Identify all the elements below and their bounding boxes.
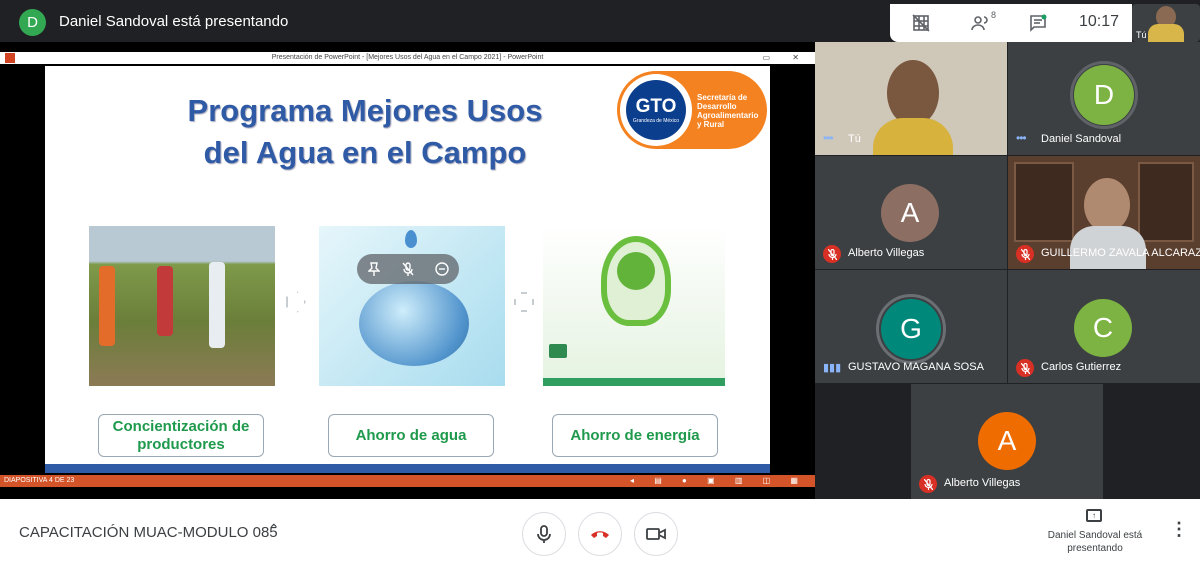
view-controls[interactable]: ◂ ▤ ● ▣ ▥ ◫ ▦ <box>630 475 807 487</box>
presenter-avatar: D <box>19 9 46 36</box>
mic-icon <box>537 525 551 543</box>
mic-off-icon <box>823 245 841 263</box>
person-figure <box>99 266 115 346</box>
water-drop <box>405 230 417 248</box>
participant-tile-guillermo[interactable]: GUILLERMO ZAVALA ALCARAZ <box>1008 156 1200 269</box>
pin-icon[interactable] <box>365 260 383 278</box>
speaking-indicator-icon: ••• <box>1016 131 1027 145</box>
participant-name: Alberto Villegas <box>848 247 925 259</box>
slide-bottom-band <box>45 464 770 473</box>
participant-tile-carlos[interactable]: C Carlos Gutierrez <box>1008 270 1200 383</box>
participant-video-body <box>873 118 953 155</box>
ppt-titlebar: Presentación de PowerPoint - [Mejores Us… <box>0 52 815 64</box>
self-view-tile[interactable]: Tú <box>1132 4 1200 42</box>
slide-title-line2: del Agua en el Campo <box>203 135 527 170</box>
remove-icon[interactable] <box>433 260 451 278</box>
gto-logo-tagline: Grandeza de México <box>632 118 680 124</box>
ppt-statusbar: DIAPOSITIVA 4 DE 23 ◂ ▤ ● ▣ ▥ ◫ ▦ <box>0 475 815 487</box>
speaking-indicator-icon: ▮▮▮ <box>823 362 842 374</box>
self-video-body <box>1148 24 1184 42</box>
people-icon[interactable]: 8 <box>970 10 996 34</box>
globe-icon <box>617 252 655 290</box>
self-label: Tú <box>1136 30 1147 40</box>
participant-tile-daniel[interactable]: D ••• Daniel Sandoval <box>1008 42 1200 155</box>
bottom-bar: CAPACITACIÓN MUAC-MODULO 085 ⌃ ↑ Daniel … <box>0 499 1200 564</box>
avatar: G <box>881 299 941 359</box>
mute-participant-icon[interactable] <box>399 260 417 278</box>
slide: Programa Mejores Usos del Agua en el Cam… <box>45 66 770 473</box>
camera-button[interactable] <box>634 512 678 556</box>
label-ahorro-energia: Ahorro de energía <box>552 414 718 457</box>
chevron-up-icon[interactable]: ⌃ <box>268 521 280 538</box>
green-energy-image <box>543 226 725 386</box>
person-figure <box>209 262 225 348</box>
grid-layout-icon[interactable] <box>910 12 932 34</box>
label-concientizacion: Concientización de productores <box>98 414 264 457</box>
participant-tile-self[interactable]: ••• Tú <box>815 42 1007 155</box>
image-hover-toolbar <box>357 254 459 284</box>
person-figure <box>157 266 173 336</box>
avatar: D <box>1074 65 1134 125</box>
participant-name: Carlos Gutierrez <box>1041 361 1122 373</box>
water-splash <box>359 281 469 366</box>
participant-name: GUILLERMO ZAVALA ALCARAZ <box>1041 247 1200 259</box>
farmers-field-image <box>89 226 275 386</box>
top-bar: D Daniel Sandoval está presentando 8 10:… <box>0 0 1200 42</box>
participant-tile-gustavo[interactable]: G ▮▮▮ GUSTAVO MAGANA SOSA <box>815 270 1007 383</box>
mic-off-icon <box>1016 359 1034 377</box>
top-controls: 8 10:17 <box>890 4 1132 42</box>
gto-logo-circle: GTO Grandeza de México <box>620 74 692 146</box>
clock: 10:17 <box>1079 13 1120 30</box>
more-options-icon[interactable]: ⋮ <box>1170 519 1188 540</box>
participant-tile-alberto[interactable]: A Alberto Villegas <box>815 156 1007 269</box>
speaking-indicator-icon: ••• <box>823 131 834 145</box>
light-bulb-icon <box>601 236 671 326</box>
presenter-status: Daniel Sandoval está presentando <box>59 13 289 30</box>
chat-icon[interactable] <box>1027 12 1049 34</box>
slide-counter: DIAPOSITIVA 4 DE 23 <box>4 477 75 484</box>
slide-title-line1: Programa Mejores Usos <box>187 93 543 128</box>
participant-video-face <box>1084 178 1130 232</box>
hangup-button[interactable] <box>578 512 622 556</box>
participant-name: Daniel Sandoval <box>1041 133 1122 145</box>
avatar: C <box>1074 299 1132 357</box>
participant-name: GUSTAVO MAGANA SOSA <box>848 361 984 373</box>
participant-name: Alberto Villegas <box>944 477 1021 489</box>
secretaria-text: Secretaría de Desarrollo Agroalimentario… <box>697 93 759 129</box>
shared-screen: Presentación de PowerPoint - [Mejores Us… <box>0 42 815 499</box>
water-image <box>319 226 505 386</box>
meeting-name[interactable]: CAPACITACIÓN MUAC-MODULO 085 <box>19 524 278 541</box>
background-cabinet <box>1014 162 1074 242</box>
plus-icon <box>514 292 534 312</box>
participant-tile-alberto-2[interactable]: A Alberto Villegas <box>911 384 1103 499</box>
avatar: A <box>978 412 1036 470</box>
participant-video-face <box>887 60 939 126</box>
window-buttons: ▭ ✕ <box>762 53 809 62</box>
presenting-status: Daniel Sandoval está presentando <box>1047 530 1143 554</box>
camera-icon <box>646 528 666 540</box>
gto-logo-text: GTO <box>635 96 677 117</box>
ppt-window-title: Presentación de PowerPoint - [Mejores Us… <box>271 54 544 61</box>
slide-title: Programa Mejores Usos del Agua en el Cam… <box>150 90 580 174</box>
mic-off-icon <box>919 475 937 493</box>
background-cabinet <box>1138 162 1194 242</box>
participant-count: 8 <box>990 10 996 20</box>
mic-off-icon <box>1016 245 1034 263</box>
avatar: A <box>881 184 939 242</box>
label-ahorro-agua: Ahorro de agua <box>328 414 494 457</box>
powerpoint-icon <box>5 53 15 63</box>
plug-icon <box>549 344 567 358</box>
present-screen-icon[interactable]: ↑ <box>1086 509 1102 522</box>
mic-button[interactable] <box>522 512 566 556</box>
gto-logo-mark: GTO Grandeza de México <box>626 80 686 140</box>
participant-name: Tú <box>848 133 861 145</box>
gto-logo: GTO Grandeza de México Secretaría de Des… <box>617 71 767 149</box>
arrow-right-icon <box>286 291 306 313</box>
phone-hangup-icon <box>591 531 609 538</box>
